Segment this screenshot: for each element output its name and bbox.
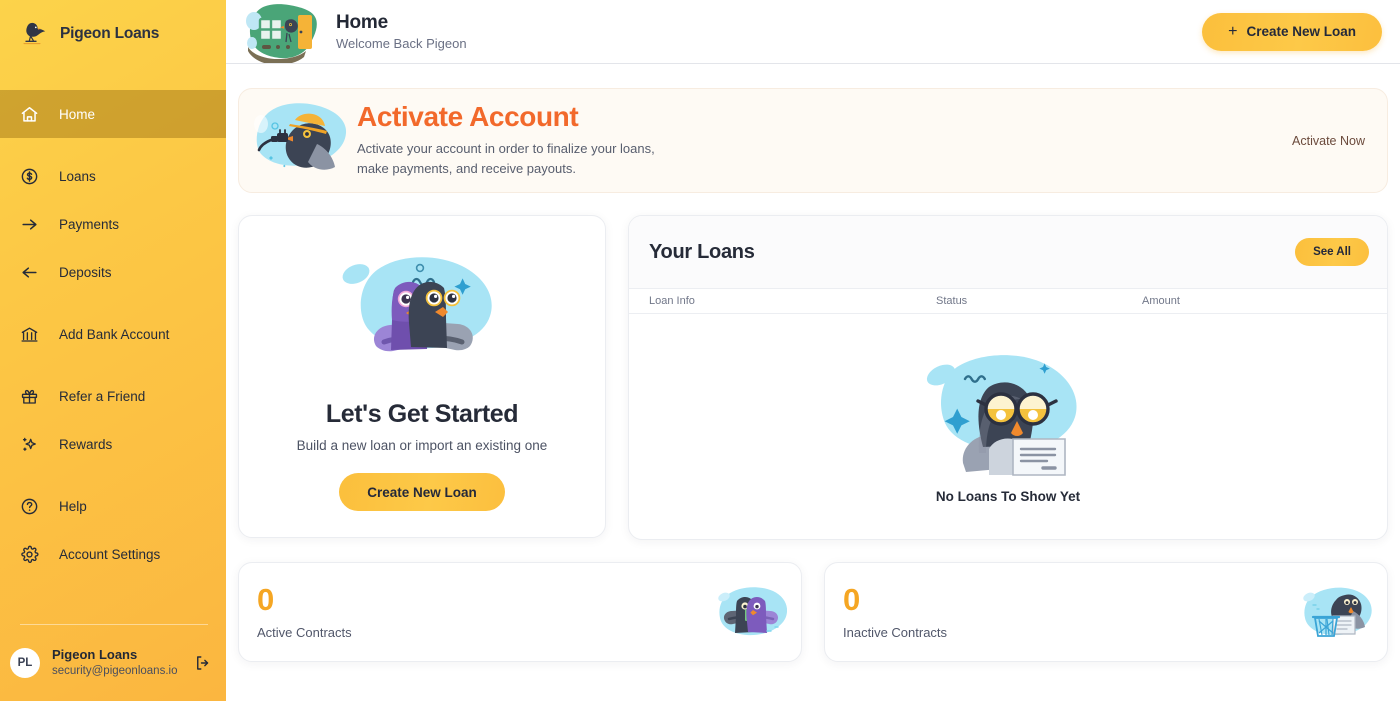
- sidebar-item-rewards[interactable]: Rewards: [0, 420, 226, 468]
- create-new-loan-button[interactable]: + Create New Loan: [1202, 12, 1382, 51]
- sidebar-item-loans[interactable]: Loans: [0, 152, 226, 200]
- question-circle-icon: [21, 498, 38, 514]
- get-started-title: Let's Get Started: [325, 400, 519, 428]
- two-pigeons-illustration: [342, 257, 492, 352]
- get-started-card: Let's Get Started Build a new loan or im…: [238, 215, 606, 538]
- sidebar-profile[interactable]: PL Pigeon Loans security@pigeonloans.io: [0, 625, 226, 701]
- sidebar-item-deposits[interactable]: Deposits: [0, 248, 226, 296]
- get-started-create-loan-button[interactable]: Create New Loan: [339, 473, 505, 511]
- avatar: PL: [10, 648, 40, 678]
- activate-text-block: Activate Account Activate your account i…: [357, 100, 1292, 179]
- sidebar-item-label: Refer a Friend: [59, 388, 146, 404]
- page-heading: Home Welcome Back Pigeon: [336, 12, 1202, 52]
- loans-empty-message: No Loans To Show Yet: [935, 489, 1081, 504]
- app-root: Pigeon Loans Home Loans Payments Deposit…: [0, 0, 1400, 701]
- profile-text: Pigeon Loans security@pigeonloans.io: [52, 646, 182, 679]
- stats-row: 0 Active Contracts 0 Inactive Contracts: [238, 562, 1388, 662]
- top-bar: Home Welcome Back Pigeon + Create New Lo…: [226, 0, 1400, 64]
- sidebar-item-label: Deposits: [59, 264, 112, 280]
- dashboard-row: Let's Get Started Build a new loan or im…: [238, 215, 1388, 540]
- inactive-contracts-label: Inactive Contracts: [843, 625, 948, 640]
- sidebar-item-label: Help: [59, 498, 87, 514]
- inactive-contracts-text: 0 Inactive Contracts: [843, 584, 1301, 640]
- create-new-loan-label: Create New Loan: [1246, 24, 1356, 39]
- sidebar-item-help[interactable]: Help: [0, 482, 226, 530]
- active-contracts-value: 0: [257, 582, 274, 617]
- logout-icon[interactable]: [194, 654, 212, 672]
- column-header-loan-info: Loan Info: [649, 295, 695, 307]
- page-subtitle: Welcome Back Pigeon: [336, 36, 467, 52]
- pigeon-logo-icon: [23, 22, 46, 45]
- profile-name: Pigeon Loans: [52, 647, 138, 663]
- pigeon-trash-illustration: [1303, 587, 1372, 637]
- activate-account-banner: Activate Account Activate your account i…: [238, 88, 1388, 193]
- sidebar-item-account-settings[interactable]: Account Settings: [0, 530, 226, 578]
- main-area: Home Welcome Back Pigeon + Create New Lo…: [226, 0, 1400, 701]
- see-all-button[interactable]: See All: [1295, 238, 1369, 266]
- sidebar-item-label: Account Settings: [59, 546, 161, 562]
- sidebar-nav: Home Loans Payments Deposits Add Bank Ac…: [0, 90, 226, 578]
- sidebar-item-home[interactable]: Home: [0, 90, 226, 138]
- get-started-subtitle: Build a new loan or import an existing o…: [296, 438, 548, 453]
- pigeon-hardhat-plug-illustration: [254, 102, 347, 170]
- loans-empty-state: No Loans To Show Yet: [629, 314, 1387, 539]
- sidebar-item-add-bank-account[interactable]: Add Bank Account: [0, 310, 226, 358]
- page-title: Home: [336, 11, 388, 33]
- sidebar-item-refer-a-friend[interactable]: Refer a Friend: [0, 372, 226, 420]
- activate-now-link[interactable]: Activate Now: [1292, 134, 1365, 148]
- sidebar-item-label: Loans: [59, 168, 96, 184]
- column-header-amount: Amount: [1142, 295, 1180, 307]
- your-loans-header: Your Loans See All: [629, 216, 1387, 288]
- bank-icon: [21, 326, 38, 342]
- your-loans-card: Your Loans See All Loan Info Status Amou…: [628, 215, 1388, 540]
- arrow-left-icon: [22, 266, 37, 278]
- pigeons-money-illustration: [718, 587, 787, 636]
- sidebar-item-label: Rewards: [59, 436, 113, 452]
- active-contracts-card[interactable]: 0 Active Contracts: [238, 562, 802, 662]
- sparkles-icon: [22, 437, 36, 451]
- sidebar: Pigeon Loans Home Loans Payments Deposit…: [0, 0, 226, 701]
- brand[interactable]: Pigeon Loans: [0, 0, 226, 68]
- active-contracts-text: 0 Active Contracts: [257, 584, 715, 640]
- inactive-contracts-value: 0: [843, 582, 860, 617]
- page-content: Activate Account Activate your account i…: [226, 64, 1400, 701]
- loans-table-header: Loan Info Status Amount: [629, 288, 1387, 314]
- arrow-right-icon: [22, 218, 37, 230]
- profile-email: security@pigeonloans.io: [52, 665, 178, 678]
- home-icon: [21, 106, 38, 122]
- activate-description: Activate your account in order to finali…: [357, 140, 655, 176]
- inactive-contracts-card[interactable]: 0 Inactive Contracts: [824, 562, 1388, 662]
- your-loans-title: Your Loans: [649, 240, 755, 263]
- brand-name: Pigeon Loans: [60, 25, 160, 42]
- sidebar-item-label: Home: [59, 106, 96, 122]
- sidebar-item-label: Add Bank Account: [59, 326, 170, 342]
- gear-icon: [21, 545, 39, 563]
- pigeon-glasses-document-illustration: [926, 355, 1077, 476]
- gift-icon: [21, 389, 38, 404]
- sidebar-item-label: Payments: [59, 216, 120, 232]
- sidebar-item-payments[interactable]: Payments: [0, 200, 226, 248]
- plus-icon: +: [1228, 22, 1238, 40]
- active-contracts-label: Active Contracts: [257, 625, 352, 640]
- house-door-pigeon-illustration: [246, 3, 317, 63]
- dollar-circle-icon: [21, 168, 38, 184]
- column-header-status: Status: [936, 295, 968, 307]
- activate-title: Activate Account: [357, 100, 579, 132]
